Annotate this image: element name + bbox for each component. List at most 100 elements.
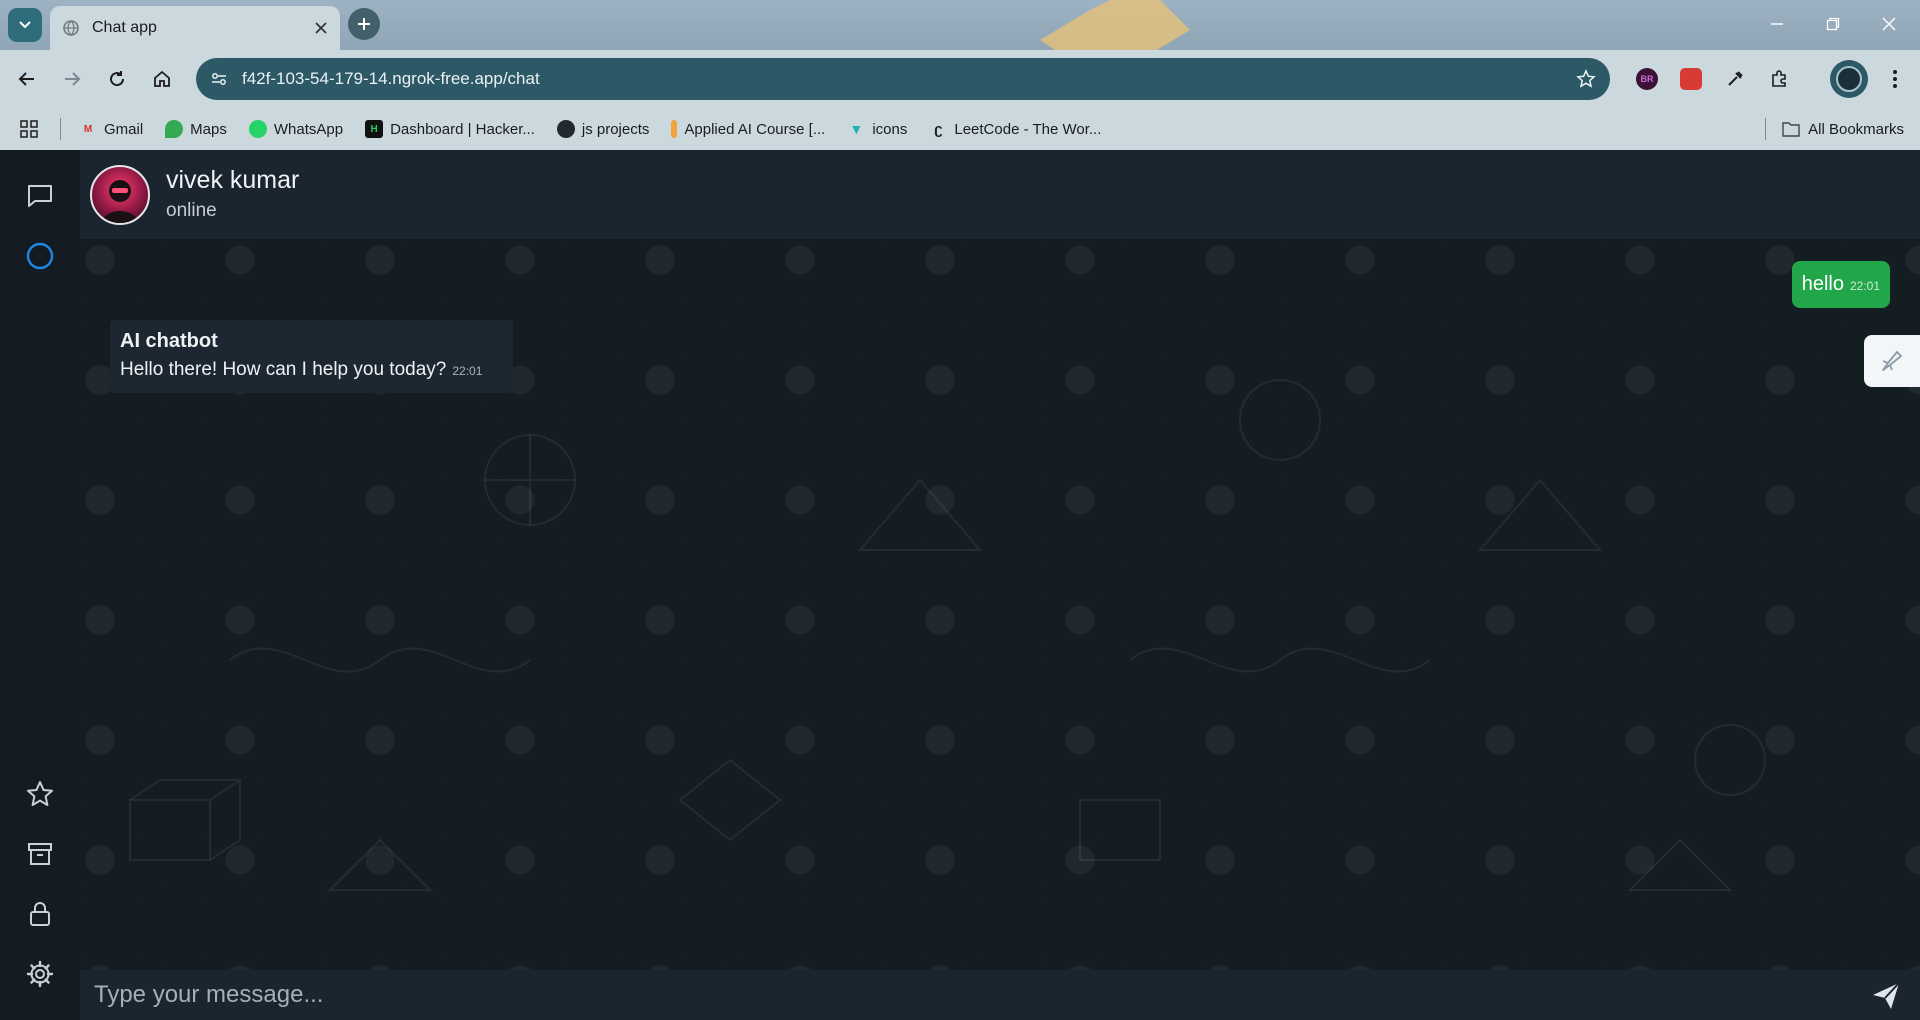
chat-app: vivek kumar online hello 22:01 AI chatbo… [0,150,1920,1020]
home-button[interactable] [145,62,179,96]
message-sender: AI chatbot [120,330,218,352]
bookmark-label: Maps [190,120,227,138]
folder-icon [1782,122,1800,137]
side-navigation [0,150,80,1020]
archive-icon [28,843,52,865]
star-icon [27,781,53,806]
maps-icon [165,120,184,138]
bookmark-label: Applied AI Course [... [684,120,826,138]
bookmarks-bar: M Gmail Maps WhatsApp H Dashboard | Hacker… [0,108,1920,150]
puzzle-icon [1772,70,1786,87]
bookmark-applied-ai[interactable]: Applied AI Course [... [671,120,825,138]
message-input[interactable] [94,974,1794,1016]
restore-icon [1826,17,1840,31]
appliedai-icon [671,120,678,138]
message-text: Hello there! How can I help you today? [120,359,447,380]
arrow-left-icon [18,72,34,86]
avatar-portrait-icon [102,180,138,223]
more-vertical-icon [1893,70,1897,88]
message-composer [80,970,1920,1020]
lock-icon [30,902,50,926]
star-bookmark-icon[interactable] [1576,69,1596,89]
apps-grid-icon [20,120,38,138]
message-text: hello [1801,273,1844,295]
chevron-down-icon [19,21,31,29]
restore-button[interactable] [1818,10,1848,38]
bookmarks-divider [60,118,61,140]
gmail-icon: M [83,123,93,135]
archive-nav-button[interactable] [20,834,60,874]
bookmark-label: icons [872,120,908,138]
minimize-button[interactable] [1762,10,1792,38]
message-time: 22:01 [1849,279,1880,293]
url-text[interactable]: f42f-103-54-179-14.ngrok-free.app/chat [242,69,1576,89]
status-circle-icon [26,242,54,270]
chat-header[interactable]: vivek kumar online [80,150,1920,240]
reload-icon [110,71,125,87]
incoming-message[interactable]: AI chatbot Hello there! How can I help y… [110,320,513,393]
site-info-icon[interactable] [210,70,228,88]
home-icon [154,70,170,87]
bookmark-label: LeetCode - The Wor... [954,120,1102,138]
profile-avatar-icon [1836,66,1862,92]
bookmark-label: Gmail [104,120,144,138]
message-time: 22:01 [452,364,483,378]
starred-nav-button[interactable] [20,774,60,814]
globe-icon [63,20,79,36]
rocket-icon [1882,351,1902,371]
whatsapp-icon [248,120,267,138]
chats-nav-button[interactable] [20,176,60,216]
chat-bubble-icon [28,185,52,207]
contact-avatar[interactable] [90,165,150,225]
tab-title: Chat app [92,19,157,36]
bookmark-gmail[interactable]: M Gmail [79,120,143,138]
leetcode-icon: ʗ [934,120,943,138]
vue-icon: ▼ [849,121,864,137]
status-nav-button[interactable] [20,236,60,276]
bookmark-label: Dashboard | Hacker... [390,120,535,138]
bookmark-label: WhatsApp [273,120,344,138]
bookmark-label: js projects [581,120,650,138]
send-button[interactable] [1866,976,1906,1016]
send-icon [1873,982,1900,1009]
lock-nav-button[interactable] [20,894,60,934]
forward-button[interactable] [55,62,89,96]
bookmark-whatsapp[interactable]: WhatsApp [248,120,344,138]
extensions-button[interactable] [1764,64,1794,94]
github-icon [556,120,575,138]
outgoing-message[interactable]: hello 22:01 [1791,261,1890,308]
back-button[interactable] [10,62,44,96]
address-bar[interactable]: f42f-103-54-179-14.ngrok-free.app/chat [196,58,1610,100]
hackerrank-icon: H [365,120,384,138]
close-icon [1882,17,1896,31]
bookmark-maps[interactable]: Maps [165,120,227,138]
contact-name: vivek kumar [166,166,300,194]
arrow-right-icon [65,72,81,86]
all-bookmarks-button[interactable]: All Bookmarks [1765,108,1904,150]
bookmark-js-projects[interactable]: js projects [556,120,650,138]
tab-search-button[interactable] [8,8,42,42]
reload-button[interactable] [100,62,134,96]
floating-action-button[interactable] [1864,335,1920,387]
extension-br-icon: BR [1636,68,1658,90]
browser-tab[interactable]: Chat app [50,6,340,50]
close-window-button[interactable] [1874,10,1904,38]
gear-icon [26,960,54,988]
bookmarks-divider [1765,118,1767,140]
contact-status: online [166,200,217,221]
settings-nav-button[interactable] [20,954,60,994]
bookmark-leetcode[interactable]: ʗ LeetCode - The Wor... [929,120,1101,138]
close-tab-icon[interactable] [314,21,328,35]
bookmark-icons[interactable]: ▼ icons [847,120,907,138]
message-area[interactable]: hello 22:01 AI chatbot Hello there! How … [80,240,1920,970]
new-tab-button[interactable] [348,8,380,40]
eyedropper-icon [1728,71,1743,86]
browser-menu-button[interactable] [1880,64,1910,94]
extension-eyedropper[interactable] [1720,64,1750,94]
bookmark-hackerrank[interactable]: H Dashboard | Hacker... [365,120,535,138]
profile-button[interactable] [1830,60,1868,98]
extension-br[interactable]: BR [1632,64,1662,94]
extension-red[interactable] [1676,64,1706,94]
all-bookmarks-label: All Bookmarks [1808,120,1904,138]
apps-button[interactable] [20,120,38,138]
